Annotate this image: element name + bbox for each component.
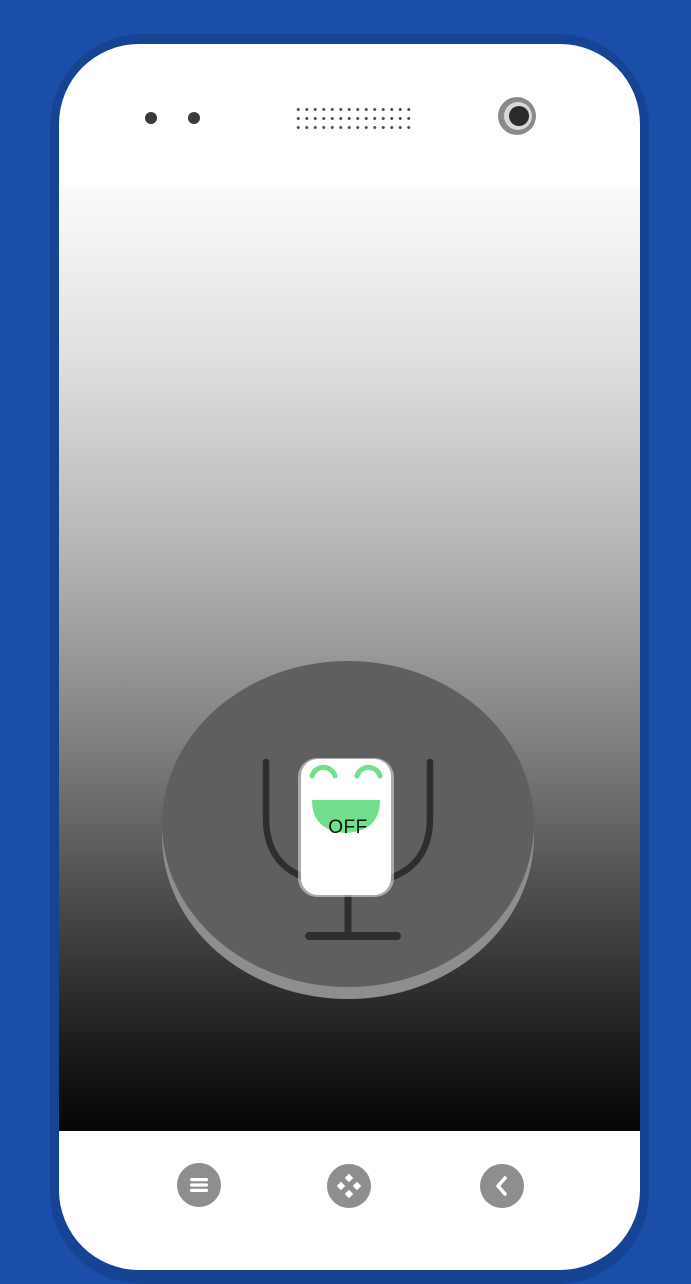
camera-icon xyxy=(497,96,537,136)
sensor-dot-right xyxy=(188,112,200,124)
menu-button[interactable] xyxy=(177,1163,221,1207)
gamepad-icon xyxy=(336,1173,362,1199)
back-button[interactable] xyxy=(480,1164,524,1208)
phone-body: OFF xyxy=(59,44,640,1270)
earpiece-speaker xyxy=(294,105,412,135)
mic-status-label: OFF xyxy=(328,817,368,838)
gamepad-button[interactable] xyxy=(327,1164,371,1208)
sensor-dot-left xyxy=(145,112,157,124)
menu-icon xyxy=(190,1178,208,1192)
back-arrow-icon xyxy=(496,1176,507,1196)
